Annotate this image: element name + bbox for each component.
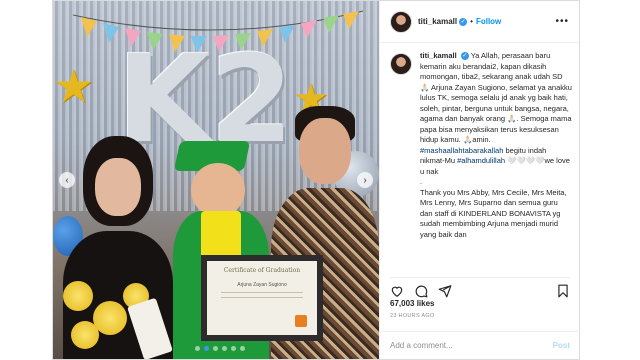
- certificate-seal: [295, 315, 307, 327]
- comment-bar: Post: [380, 331, 580, 359]
- flower-bouquet: [53, 271, 173, 359]
- likes-count[interactable]: 67,003 likes: [390, 299, 434, 308]
- chevron-right-icon[interactable]: ›: [357, 172, 373, 188]
- carousel-dot: [222, 346, 227, 351]
- verified-icon: ✓: [460, 52, 469, 61]
- caption-area: titi_kamall ✓ Ya Allah, perasaan baru ke…: [390, 51, 572, 271]
- post-sidebar: titi_kamall ✓ • Follow ••• titi_kamall ✓…: [379, 1, 580, 359]
- heart-icon[interactable]: [390, 284, 404, 298]
- carousel-dot: [231, 346, 236, 351]
- share-icon[interactable]: [438, 284, 452, 298]
- post-timestamp[interactable]: 23 HOURS AGO: [390, 313, 435, 319]
- post-header: titi_kamall ✓ • Follow •••: [380, 1, 579, 43]
- comment-icon[interactable]: [414, 284, 428, 298]
- post-comment-button[interactable]: Post: [553, 341, 570, 350]
- caption-text: titi_kamall ✓ Ya Allah, perasaan baru ke…: [420, 51, 572, 271]
- caption-paragraph-1: Ya Allah, perasaan baru kemarin aku bera…: [420, 51, 572, 144]
- carousel-indicators: [195, 346, 245, 351]
- avatar[interactable]: [390, 10, 412, 33]
- hashtag-link[interactable]: #alhamdulillah: [457, 156, 505, 165]
- carousel-dot: [240, 346, 245, 351]
- separator-dot: •: [470, 17, 473, 26]
- carousel-dot-active: [204, 346, 209, 351]
- more-options-icon[interactable]: •••: [555, 16, 569, 27]
- verified-icon: ✓: [459, 17, 468, 26]
- caption-username[interactable]: titi_kamall: [420, 51, 457, 60]
- caption-paragraph-3: Thank you Mrs Abby, Mrs Cecile, Mrs Meit…: [420, 187, 567, 239]
- follow-button[interactable]: Follow: [476, 17, 501, 26]
- graduation-certificate: Certificate of Graduation Arjuna Zayan S…: [201, 255, 323, 341]
- carousel-dot: [213, 346, 218, 351]
- post-photo[interactable]: K2 ★ ★ Certificate of Graduation Arjuna …: [53, 1, 379, 359]
- chevron-left-icon[interactable]: ‹: [59, 172, 75, 188]
- action-bar: [390, 277, 570, 298]
- caption-avatar[interactable]: [390, 53, 412, 75]
- instagram-post: K2 ★ ★ Certificate of Graduation Arjuna …: [52, 0, 580, 360]
- certificate-name: Arjuna Zayan Sugiono: [237, 282, 287, 288]
- certificate-title: Certificate of Graduation: [223, 267, 301, 274]
- caption-dot: .: [420, 177, 423, 186]
- header-username[interactable]: titi_kamall: [418, 17, 457, 26]
- carousel-dot: [195, 346, 200, 351]
- hashtag-link[interactable]: #mashaallahtabarakallah: [420, 146, 503, 155]
- bookmark-icon[interactable]: [556, 284, 570, 298]
- comment-input[interactable]: [390, 341, 553, 350]
- star-balloon-left: ★: [53, 60, 95, 112]
